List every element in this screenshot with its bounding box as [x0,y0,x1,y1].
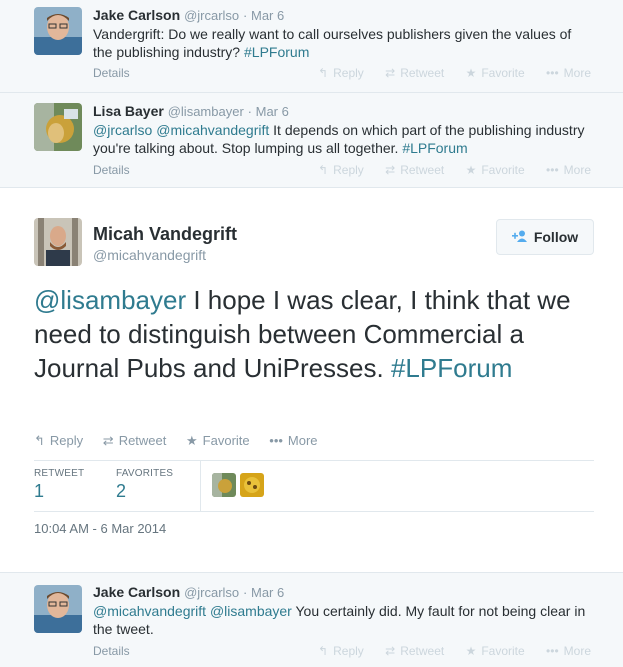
main-author-name[interactable]: Micah Vandegrift [93,224,237,245]
star-icon: ★ [465,66,477,80]
reply-icon: ↰ [34,433,45,448]
tweet-text: @micahvandegrift @lisambayer You certain… [93,602,593,638]
mention-link[interactable]: @micahvandegrift [93,603,206,619]
more-dots-icon: ••• [269,433,283,448]
retweet-button[interactable]: ⇄ Retweet [385,163,444,177]
main-author-handle[interactable]: @micahvandegrift [93,247,206,263]
retweet-button[interactable]: ⇄ Retweet [385,644,444,658]
tweet-timestamp[interactable]: 10:04 AM - 6 Mar 2014 [34,521,166,536]
tweet-time[interactable]: · Mar 6 [248,104,289,119]
favoriter-avatar[interactable] [240,473,264,497]
avatar[interactable] [34,7,82,55]
favorite-button[interactable]: ★ Favorite [186,433,250,448]
retweet-stat[interactable]: RETWEET 1 [34,468,84,502]
favorites-stat-label: FAVORITES [116,468,174,479]
favorite-button[interactable]: ★ Favorite [466,66,525,80]
star-icon: ★ [186,433,198,448]
mention-link[interactable]: @lisambayer [34,285,186,315]
tweet-time[interactable]: · Mar 6 [243,8,284,23]
tweet-text: @jrcarlso @micahvandegrift It depends on… [93,121,593,157]
author-name[interactable]: Jake Carlson [93,7,180,23]
retweet-icon: ⇄ [385,66,396,80]
retweet-count: 1 [34,481,45,501]
reply-icon: ↰ [318,644,329,658]
favorites-count: 2 [116,481,127,501]
mention-link[interactable]: @jrcarlso [93,122,152,138]
tweet-header: Lisa Bayer @lisambayer · Mar 6 [93,103,289,119]
tweet-body: Vandergrift: Do we really want to call o… [93,26,572,60]
reply-button[interactable]: ↰ Reply [318,163,364,177]
avatar[interactable] [34,103,82,151]
tweet-stats: RETWEET 1 FAVORITES 2 [34,460,594,512]
hashtag-link[interactable]: #LPForum [244,44,309,60]
more-dots-icon: ••• [546,644,559,658]
reply-button[interactable]: ↰ Reply [318,66,364,80]
tweet-actions: ↰ Reply ⇄ Retweet ★ Favorite ••• More [300,644,591,658]
more-dots-icon: ••• [546,163,559,177]
more-button[interactable]: ••• More [269,433,317,448]
hashtag-link[interactable]: #LPForum [402,140,467,156]
tweet-actions: ↰ Reply ⇄ Retweet ★ Favorite ••• More [300,66,591,80]
author-handle[interactable]: @jrcarlso [184,585,239,600]
avatar[interactable] [34,585,82,633]
more-button[interactable]: ••• More [546,644,591,658]
retweet-stat-label: RETWEET [34,468,85,479]
retweet-button[interactable]: ⇄ Retweet [385,66,444,80]
author-name[interactable]: Jake Carlson [93,584,180,600]
tweet-actions: ↰ Reply ⇄ Retweet ★ Favorite ••• More [300,163,591,177]
author-handle[interactable]: @jrcarlso [184,8,239,23]
mention-link[interactable]: @lisambayer [210,603,292,619]
reply-icon: ↰ [318,163,329,177]
tweet-text: Vandergrift: Do we really want to call o… [93,25,593,61]
details-link[interactable]: Details [93,644,130,658]
more-button[interactable]: ••• More [546,66,591,80]
tweet-header: Jake Carlson @jrcarlso · Mar 6 [93,7,284,23]
details-link[interactable]: Details [93,66,130,80]
favorite-button[interactable]: ★ Favorite [466,644,525,658]
add-user-icon [511,229,528,245]
main-tweet-actions: ↰ Reply ⇄ Retweet ★ Favorite ••• More [34,433,334,449]
main-avatar[interactable] [34,218,82,266]
follow-label: Follow [533,229,579,245]
more-button[interactable]: ••• More [546,163,591,177]
favorite-button[interactable]: ★ Favorite [466,163,525,177]
star-icon: ★ [465,644,477,658]
mention-link[interactable]: @micahvandegrift [156,122,269,138]
retweet-button[interactable]: ⇄ Retweet [103,433,167,448]
retweet-icon: ⇄ [102,433,114,448]
tweet-header: Jake Carlson @jrcarlso · Mar 6 [93,584,284,600]
reply-icon: ↰ [318,66,329,80]
more-dots-icon: ••• [546,66,559,80]
follow-button[interactable]: Follow [496,219,594,255]
reply-button[interactable]: ↰ Reply [318,644,364,658]
hashtag-link[interactable]: #LPForum [391,353,512,383]
reply-button[interactable]: ↰ Reply [34,433,83,448]
details-link[interactable]: Details [93,163,130,177]
favoriter-avatar[interactable] [212,473,236,497]
author-handle[interactable]: @lisambayer [168,104,244,119]
star-icon: ★ [465,163,477,177]
tweet-context-1: Jake Carlson @jrcarlso · Mar 6 Vandergri… [0,0,623,93]
retweet-icon: ⇄ [385,644,396,658]
tweet-reply-1: Jake Carlson @jrcarlso · Mar 6 @micahvan… [0,572,623,667]
tweet-context-2: Lisa Bayer @lisambayer · Mar 6 @jrcarlso… [0,93,623,188]
author-name[interactable]: Lisa Bayer [93,103,164,119]
favorites-stat[interactable]: FAVORITES 2 [116,468,173,502]
tweet-time[interactable]: · Mar 6 [243,585,284,600]
stats-divider [200,461,201,511]
main-tweet-text: @lisambayer I hope I was clear, I think … [34,283,604,385]
retweet-icon: ⇄ [385,163,396,177]
